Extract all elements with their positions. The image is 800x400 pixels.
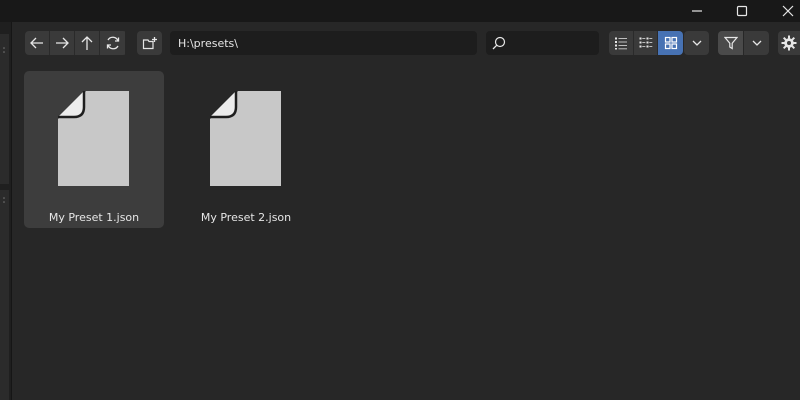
filter-icon (723, 36, 738, 50)
minimize-icon (692, 10, 702, 12)
close-button[interactable] (765, 0, 800, 22)
back-button[interactable] (25, 31, 50, 55)
handle-dots-icon (3, 197, 5, 203)
filter-toggle-button[interactable] (718, 31, 743, 55)
file-document-icon (58, 91, 129, 186)
back-arrow-icon (30, 37, 43, 49)
refresh-button[interactable] (100, 31, 125, 55)
display-horizontal-list-button[interactable] (633, 31, 659, 55)
parent-directory-button[interactable] (75, 31, 100, 55)
horizontal-list-icon (639, 37, 652, 48)
file-list-area[interactable]: My Preset 1.json My Preset 2.json (12, 64, 800, 400)
navigation-buttons (25, 31, 127, 55)
thumbnails-icon (664, 36, 677, 50)
filter-settings-dropdown[interactable] (744, 31, 769, 55)
gear-icon (781, 35, 797, 51)
sidebar-region-handle-lower[interactable] (0, 190, 9, 400)
refresh-icon (106, 36, 119, 50)
parent-directory-icon (81, 36, 93, 50)
vertical-list-icon (614, 37, 627, 50)
forward-arrow-icon (56, 37, 69, 49)
forward-button[interactable] (50, 31, 75, 55)
display-thumbnails-button[interactable] (658, 31, 683, 55)
settings-button[interactable] (778, 31, 800, 55)
file-item[interactable]: My Preset 2.json (176, 71, 316, 228)
file-item[interactable]: My Preset 1.json (24, 71, 164, 228)
sidebar-collapsed[interactable] (0, 22, 12, 400)
new-folder-button[interactable] (137, 31, 162, 55)
file-name: My Preset 1.json (48, 211, 140, 224)
chevron-down-icon (692, 40, 701, 46)
handle-dots-icon (3, 47, 5, 53)
maximize-icon (736, 5, 748, 17)
chevron-down-icon (752, 40, 761, 46)
maximize-button[interactable] (719, 0, 765, 22)
directory-path-text: H:\presets\ (178, 36, 238, 50)
search-input[interactable] (486, 31, 599, 55)
window-titlebar (0, 0, 800, 22)
display-mode-buttons (609, 31, 683, 55)
file-name: My Preset 2.json (200, 211, 292, 224)
close-icon (782, 5, 794, 17)
sidebar-region-handle[interactable] (0, 34, 9, 184)
new-folder-icon (142, 37, 157, 50)
search-icon (492, 36, 506, 50)
directory-path-field[interactable]: H:\presets\ (170, 31, 477, 55)
display-vertical-list-button[interactable] (609, 31, 634, 55)
display-settings-dropdown[interactable] (684, 31, 709, 55)
minimize-button[interactable] (674, 0, 720, 22)
file-document-icon (210, 91, 281, 186)
